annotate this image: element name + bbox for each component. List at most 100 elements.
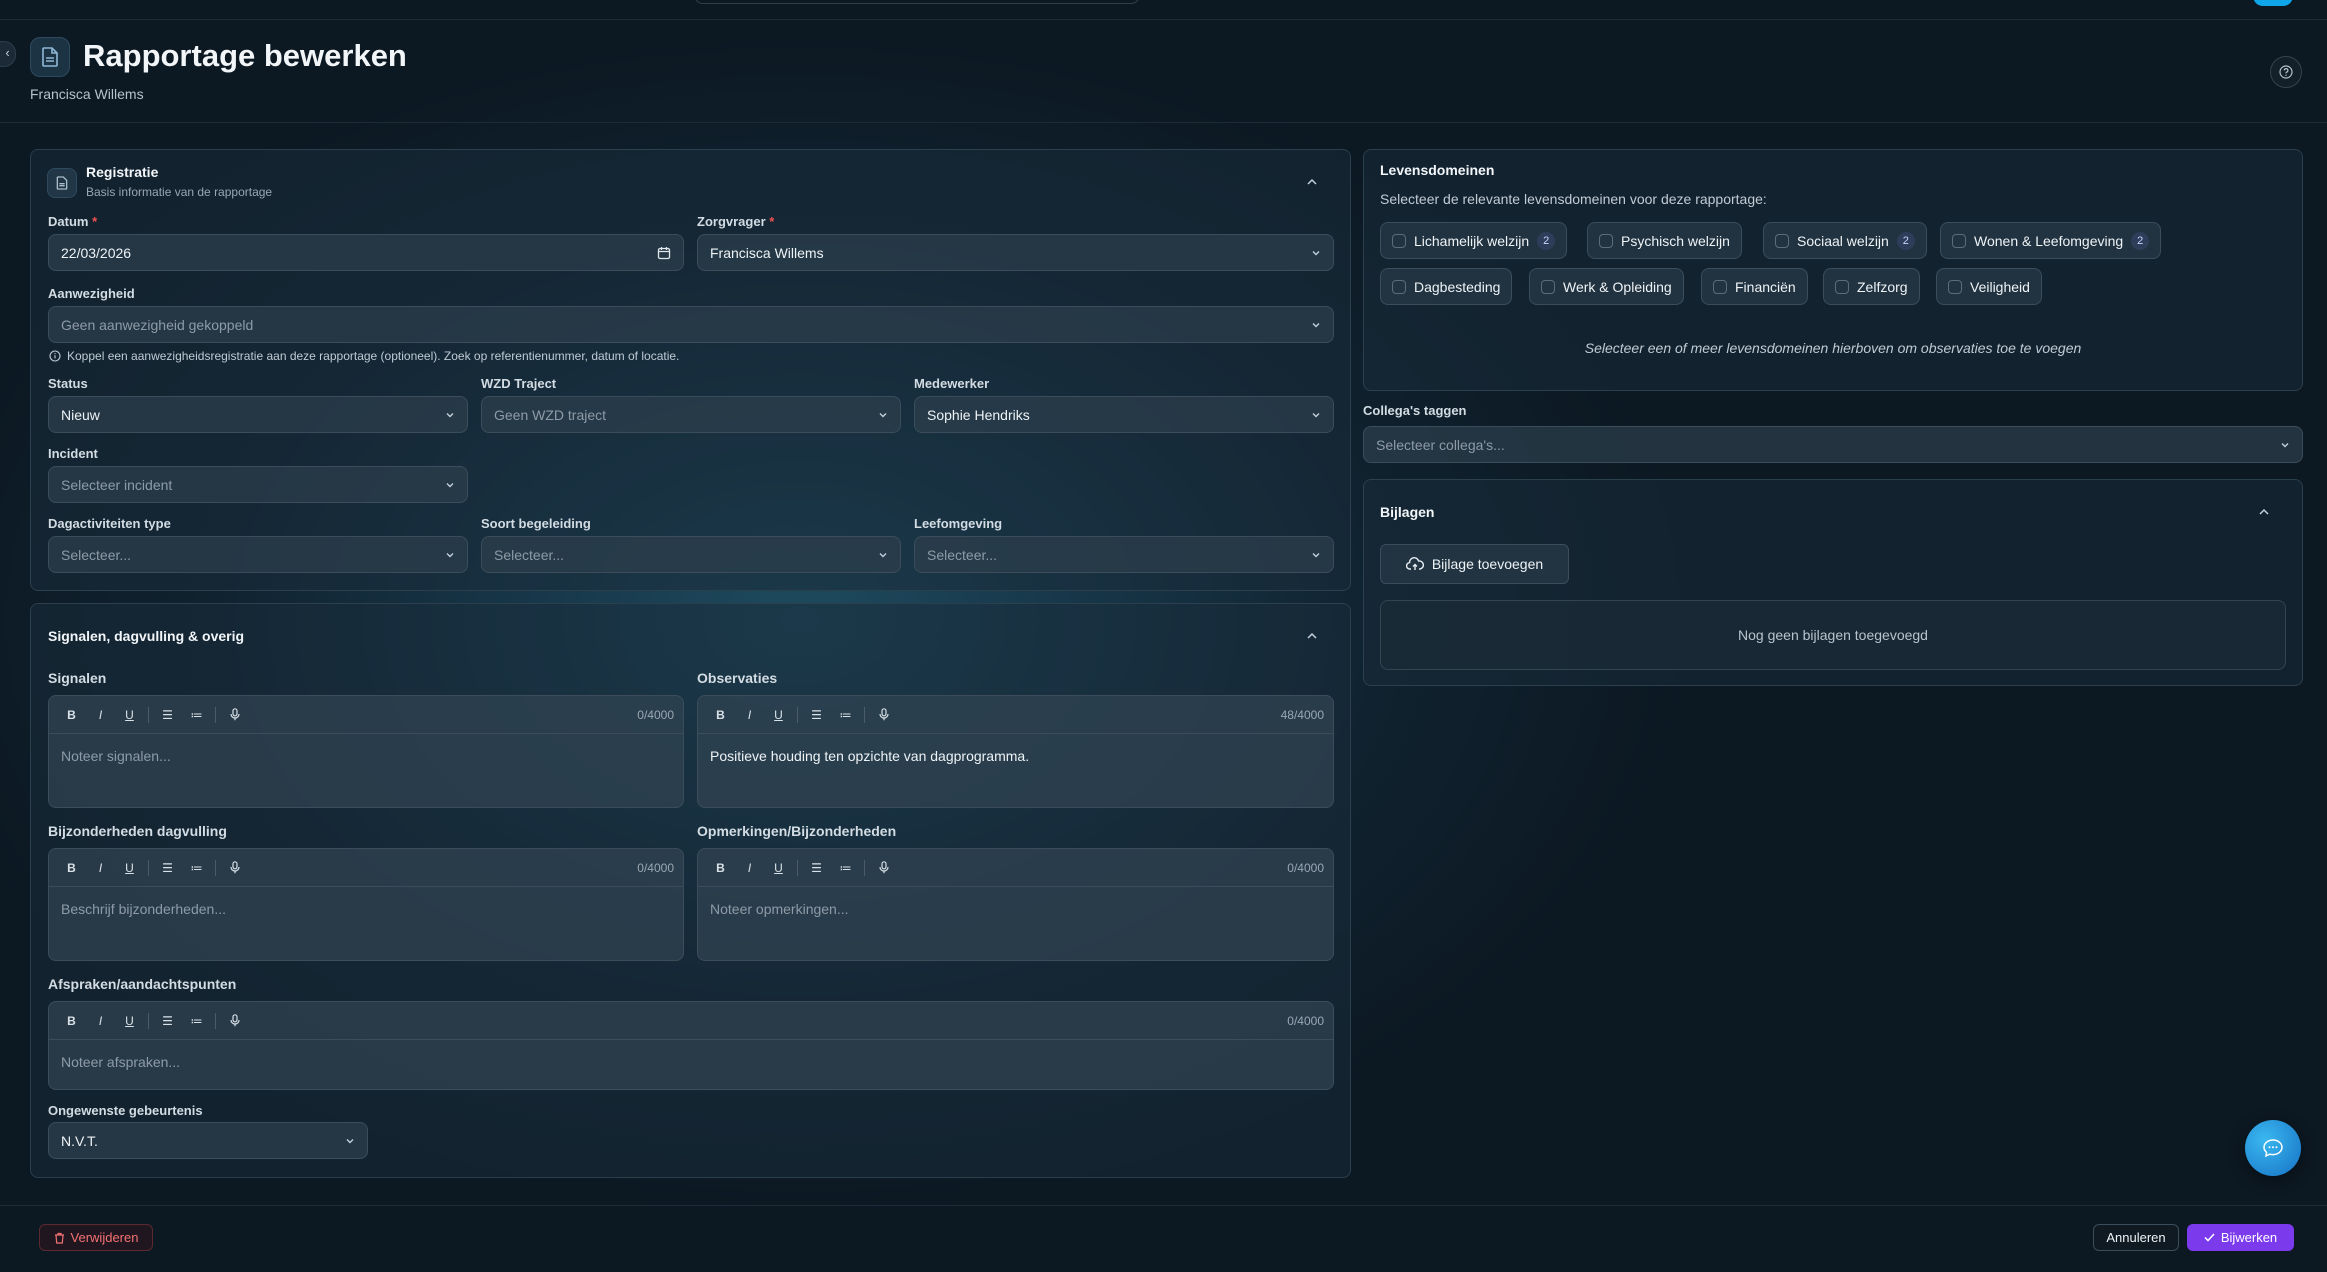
aanwezigheid-label: Aanwezigheid bbox=[48, 286, 135, 301]
collegas-select[interactable]: Selecteer collega's... bbox=[1363, 426, 2303, 463]
calendar-icon[interactable] bbox=[657, 246, 671, 260]
italic-button[interactable]: I bbox=[86, 856, 115, 880]
toolbar-divider bbox=[215, 1012, 216, 1029]
italic-button[interactable]: I bbox=[735, 703, 764, 727]
toolbar-divider bbox=[215, 706, 216, 723]
aanwezigheid-select[interactable]: Geen aanwezigheid gekoppeld bbox=[48, 306, 1334, 343]
levensdomein-chip-dagbesteding[interactable]: Dagbesteding bbox=[1380, 268, 1513, 305]
microphone-icon[interactable] bbox=[869, 703, 898, 727]
add-attachment-button[interactable]: Bijlage toevoegen bbox=[1380, 544, 1569, 584]
checkbox[interactable] bbox=[1952, 233, 1966, 248]
leefomgeving-select[interactable]: Selecteer... bbox=[914, 536, 1334, 573]
bold-button[interactable]: B bbox=[57, 1009, 86, 1033]
begeleiding-label: Soort begeleiding bbox=[481, 516, 591, 531]
opmerkingen-label: Opmerkingen/Bijzonderheden bbox=[697, 823, 897, 839]
checkbox[interactable] bbox=[1392, 233, 1406, 248]
cancel-button[interactable]: Annuleren bbox=[2093, 1224, 2179, 1251]
zorgvrager-select[interactable]: Francisca Willems bbox=[697, 234, 1334, 271]
dagactiviteiten-label: Dagactiviteiten type bbox=[48, 516, 171, 531]
global-search-input[interactable] bbox=[694, 0, 1140, 4]
datum-input[interactable]: 22/03/2026 bbox=[48, 234, 684, 271]
levensdomeinen-empty-note: Selecteer een of meer levensdomeinen hie… bbox=[1584, 340, 2082, 356]
help-button[interactable] bbox=[2270, 56, 2302, 88]
italic-button[interactable]: I bbox=[735, 856, 764, 880]
char-counter: 0/4000 bbox=[1287, 1014, 1324, 1028]
medewerker-select[interactable]: Sophie Hendriks bbox=[914, 396, 1334, 433]
opmerkingen-textarea[interactable]: Noteer opmerkingen... bbox=[698, 887, 1333, 931]
user-avatar[interactable] bbox=[2253, 0, 2293, 6]
microphone-icon[interactable] bbox=[220, 856, 249, 880]
numbered-list-icon[interactable]: ≔ bbox=[831, 856, 860, 880]
wzd-select[interactable]: Geen WZD traject bbox=[481, 396, 901, 433]
dagvulling-editor[interactable]: B I U ☰ ≔ 0/4000 Beschrijf bijzonderhede… bbox=[48, 848, 684, 961]
bullet-list-icon[interactable]: ☰ bbox=[153, 1009, 182, 1033]
toolbar-divider bbox=[797, 706, 798, 723]
registratie-subtitle: Basis informatie van de rapportage bbox=[86, 185, 273, 199]
bullet-list-icon[interactable]: ☰ bbox=[802, 856, 831, 880]
sidebar-toggle-chevron-left-icon[interactable]: ‹ bbox=[0, 41, 16, 67]
microphone-icon[interactable] bbox=[869, 856, 898, 880]
bold-button[interactable]: B bbox=[706, 703, 735, 727]
dagactiviteiten-select[interactable]: Selecteer... bbox=[48, 536, 468, 573]
numbered-list-icon[interactable]: ≔ bbox=[182, 856, 211, 880]
header-divider bbox=[0, 122, 2327, 123]
levensdomein-chip-psychisch[interactable]: Psychisch welzijn bbox=[1587, 222, 1742, 259]
bullet-list-icon[interactable]: ☰ bbox=[153, 856, 182, 880]
observaties-textarea[interactable]: Positieve houding ten opzichte van dagpr… bbox=[698, 734, 1333, 778]
count-badge: 2 bbox=[1537, 231, 1556, 250]
checkbox[interactable] bbox=[1948, 279, 1962, 294]
levensdomein-chip-wonen[interactable]: Wonen & Leefomgeving 2 bbox=[1940, 222, 2162, 259]
afspraken-textarea[interactable]: Noteer afspraken... bbox=[49, 1040, 1333, 1084]
collapse-chevron-up-icon[interactable] bbox=[1305, 629, 1319, 643]
underline-button[interactable]: U bbox=[115, 703, 144, 727]
chat-button[interactable] bbox=[2245, 1120, 2301, 1176]
observaties-editor[interactable]: B I U ☰ ≔ 48/4000 Positieve houding ten … bbox=[697, 695, 1334, 808]
collapse-chevron-up-icon[interactable] bbox=[1305, 175, 1319, 189]
chat-bubble-icon bbox=[2263, 1139, 2283, 1158]
numbered-list-icon[interactable]: ≔ bbox=[831, 703, 860, 727]
opmerkingen-editor[interactable]: B I U ☰ ≔ 0/4000 Noteer opmerkingen... bbox=[697, 848, 1334, 961]
checkbox[interactable] bbox=[1775, 233, 1789, 248]
begeleiding-select[interactable]: Selecteer... bbox=[481, 536, 901, 573]
toolbar-divider bbox=[864, 859, 865, 876]
chevron-down-icon bbox=[446, 552, 454, 557]
levensdomein-chip-werk[interactable]: Werk & Opleiding bbox=[1529, 268, 1684, 305]
checkbox[interactable] bbox=[1713, 279, 1727, 294]
bold-button[interactable]: B bbox=[706, 856, 735, 880]
status-select[interactable]: Nieuw bbox=[48, 396, 468, 433]
bullet-list-icon[interactable]: ☰ bbox=[802, 703, 831, 727]
submit-button[interactable]: Bijwerken bbox=[2187, 1224, 2294, 1251]
checkbox[interactable] bbox=[1835, 279, 1849, 294]
signalen-textarea[interactable]: Noteer signalen... bbox=[49, 734, 683, 778]
microphone-icon[interactable] bbox=[220, 1009, 249, 1033]
levensdomein-chip-zelfzorg[interactable]: Zelfzorg bbox=[1823, 268, 1920, 305]
numbered-list-icon[interactable]: ≔ bbox=[182, 703, 211, 727]
bold-button[interactable]: B bbox=[57, 703, 86, 727]
numbered-list-icon[interactable]: ≔ bbox=[182, 1009, 211, 1033]
levensdomein-chip-veiligheid[interactable]: Veiligheid bbox=[1936, 268, 2042, 305]
levensdomein-chip-financien[interactable]: Financiën bbox=[1701, 268, 1808, 305]
bold-button[interactable]: B bbox=[57, 856, 86, 880]
levensdomein-chip-lichamelijk[interactable]: Lichamelijk welzijn 2 bbox=[1380, 222, 1568, 259]
underline-button[interactable]: U bbox=[764, 856, 793, 880]
italic-button[interactable]: I bbox=[86, 1009, 115, 1033]
checkbox[interactable] bbox=[1541, 279, 1555, 294]
info-icon bbox=[49, 350, 61, 362]
delete-button[interactable]: Verwijderen bbox=[39, 1224, 153, 1251]
collapse-chevron-up-icon[interactable] bbox=[2257, 505, 2271, 519]
microphone-icon[interactable] bbox=[220, 703, 249, 727]
wzd-label: WZD Traject bbox=[481, 376, 557, 391]
incident-select[interactable]: Selecteer incident bbox=[48, 466, 468, 503]
bullet-list-icon[interactable]: ☰ bbox=[153, 703, 182, 727]
afspraken-editor[interactable]: B I U ☰ ≔ 0/4000 Noteer afspraken... bbox=[48, 1001, 1334, 1090]
signalen-editor[interactable]: B I U ☰ ≔ 0/4000 Noteer signalen... bbox=[48, 695, 684, 808]
checkbox[interactable] bbox=[1392, 279, 1406, 294]
levensdomein-chip-sociaal[interactable]: Sociaal welzijn 2 bbox=[1763, 222, 1927, 259]
ongewenst-select[interactable]: N.V.T. bbox=[48, 1122, 368, 1159]
italic-button[interactable]: I bbox=[86, 703, 115, 727]
underline-button[interactable]: U bbox=[764, 703, 793, 727]
underline-button[interactable]: U bbox=[115, 856, 144, 880]
dagvulling-textarea[interactable]: Beschrijf bijzonderheden... bbox=[49, 887, 683, 931]
underline-button[interactable]: U bbox=[115, 1009, 144, 1033]
checkbox[interactable] bbox=[1599, 233, 1613, 248]
